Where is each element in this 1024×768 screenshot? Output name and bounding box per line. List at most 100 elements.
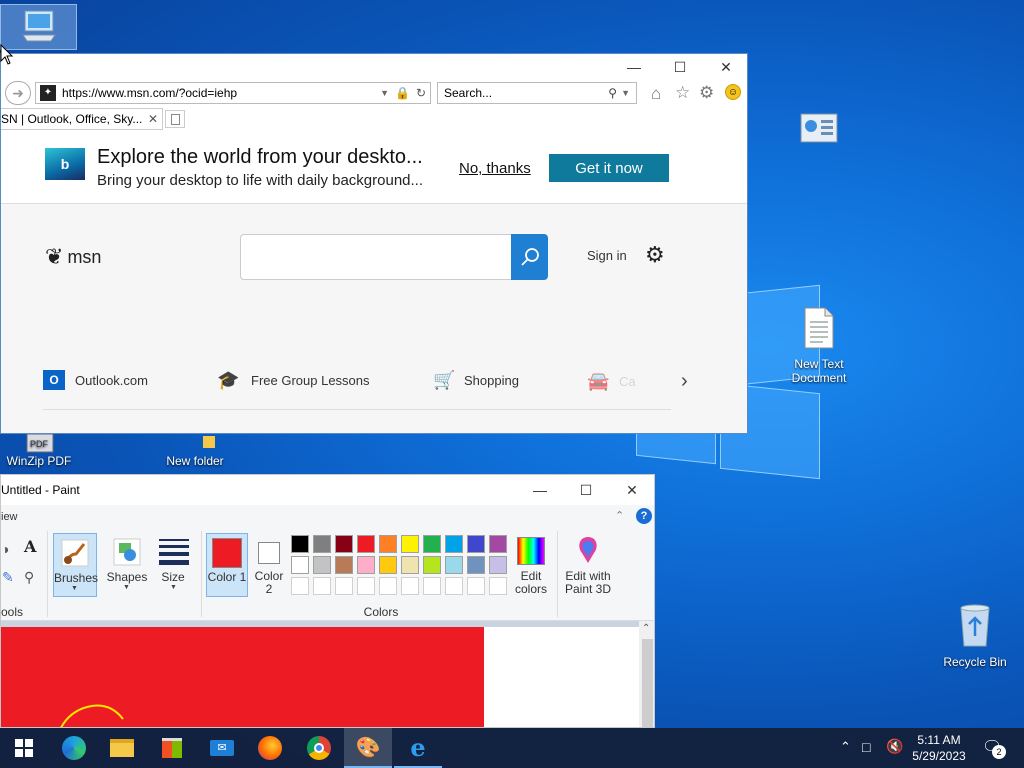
palette-swatch[interactable]	[313, 556, 331, 574]
palette-swatch[interactable]	[335, 556, 353, 574]
msn-search-input[interactable]	[240, 234, 512, 280]
minimize-button[interactable]: —	[611, 54, 657, 80]
scroll-up-icon[interactable]: ⌃	[642, 623, 650, 634]
palette-swatch[interactable]	[489, 556, 507, 574]
tab-msn[interactable]: SN | Outlook, Office, Sky... ✕	[1, 108, 163, 130]
winzip-pdf-desktop-icon[interactable]: PDF WinZip PDF	[0, 433, 84, 468]
dropdown-icon[interactable]: ▼	[380, 88, 389, 98]
palette-swatch[interactable]	[423, 556, 441, 574]
taskbar-store[interactable]	[148, 728, 196, 768]
collapse-ribbon-icon[interactable]: ⌃	[615, 509, 624, 522]
palette-swatch[interactable]	[379, 535, 397, 553]
home-icon[interactable]: ⌂	[651, 84, 661, 104]
taskbar-file-explorer[interactable]	[98, 728, 146, 768]
start-button[interactable]	[0, 728, 48, 768]
settings-gear-icon[interactable]: ⚙	[645, 242, 665, 268]
palette-swatch[interactable]	[489, 577, 507, 595]
network-icon[interactable]: □	[862, 739, 870, 755]
drawing-canvas[interactable]	[1, 627, 639, 727]
taskbar-internet-explorer[interactable]: e	[394, 728, 442, 768]
vertical-scrollbar[interactable]: ⌃	[639, 621, 654, 727]
palette-swatch[interactable]	[335, 535, 353, 553]
taskbar-chrome[interactable]	[295, 728, 343, 768]
palette-swatch[interactable]	[291, 577, 309, 595]
palette-swatch[interactable]	[357, 556, 375, 574]
color-picker-icon[interactable]: ✎	[2, 569, 14, 586]
palette-swatch[interactable]	[423, 535, 441, 553]
new-text-document-desktop-icon[interactable]: New Text Document	[774, 306, 864, 385]
get-it-now-button[interactable]: Get it now	[549, 154, 669, 182]
palette-swatch[interactable]	[313, 535, 331, 553]
taskbar-firefox[interactable]	[246, 728, 294, 768]
palette-swatch[interactable]	[401, 577, 419, 595]
edit-with-paint3d-button[interactable]: Edit with Paint 3D	[561, 533, 615, 597]
notification-center-button[interactable]: 🗨 2	[982, 737, 1006, 759]
palette-swatch[interactable]	[423, 577, 441, 595]
feedback-smiley-icon[interactable]: ☺	[725, 84, 741, 100]
close-button[interactable]: ✕	[703, 54, 747, 80]
shapes-button[interactable]: Shapes ▼	[105, 533, 149, 597]
refresh-icon[interactable]: ↻	[416, 86, 426, 100]
palette-swatch[interactable]	[401, 556, 419, 574]
new-tab-button[interactable]	[165, 110, 185, 128]
settings-gear-icon[interactable]: ⚙	[699, 83, 714, 103]
color1-button[interactable]: Color 1	[206, 533, 248, 597]
palette-swatch[interactable]	[467, 556, 485, 574]
volume-muted-icon[interactable]: 🔇	[886, 738, 903, 755]
control-panel-desktop-icon[interactable]	[774, 112, 864, 151]
quick-link-free-group-lessons[interactable]: 🎓 Free Group Lessons	[217, 370, 370, 390]
search-icon[interactable]: ⚲	[608, 86, 617, 100]
size-button[interactable]: Size ▼	[153, 533, 193, 597]
magnifier-icon[interactable]: ⚲	[24, 569, 34, 586]
palette-swatch[interactable]	[445, 577, 463, 595]
taskbar-mail[interactable]: ✉	[198, 728, 246, 768]
favorites-star-icon[interactable]: ☆	[675, 83, 690, 103]
show-hidden-icons-chevron-icon[interactable]: ⌃	[840, 739, 851, 755]
color2-button[interactable]: Color 2	[250, 533, 288, 597]
palette-swatch[interactable]	[445, 556, 463, 574]
quick-link-cars[interactable]: 🚘 Ca	[587, 370, 636, 392]
scrollbar-thumb[interactable]	[642, 639, 653, 727]
taskbar-paint[interactable]: 🎨	[344, 728, 392, 768]
brushes-button[interactable]: Brushes ▼	[53, 533, 98, 597]
palette-swatch[interactable]	[291, 556, 309, 574]
fill-bucket-icon[interactable]: ◑	[1, 541, 9, 557]
lock-icon[interactable]: 🔒	[395, 86, 410, 100]
palette-swatch[interactable]	[379, 556, 397, 574]
search-box[interactable]: Search... ⚲ ▼	[437, 82, 637, 104]
palette-swatch[interactable]	[445, 535, 463, 553]
minimize-button[interactable]: —	[517, 477, 563, 503]
close-button[interactable]: ✕	[609, 477, 654, 503]
palette-swatch[interactable]	[401, 535, 419, 553]
palette-swatch[interactable]	[467, 535, 485, 553]
chevron-right-icon[interactable]: ›	[681, 370, 688, 393]
msn-search-button[interactable]	[511, 234, 548, 280]
palette-swatch[interactable]	[335, 577, 353, 595]
palette-swatch[interactable]	[467, 577, 485, 595]
msn-logo[interactable]: ❦ msn	[45, 244, 101, 270]
quick-link-outlook[interactable]: O Outlook.com	[43, 370, 148, 390]
forward-button[interactable]: ➜	[5, 81, 31, 105]
quick-link-shopping[interactable]: 🛒 Shopping	[433, 370, 519, 390]
palette-swatch[interactable]	[313, 577, 331, 595]
search-dropdown-icon[interactable]: ▼	[621, 88, 630, 98]
new-folder-desktop-icon[interactable]: New folder	[150, 434, 240, 468]
help-icon[interactable]: ?	[636, 508, 652, 524]
text-tool-icon[interactable]: A	[24, 537, 36, 556]
maximize-button[interactable]: ☐	[657, 54, 703, 80]
sign-in-link[interactable]: Sign in	[587, 248, 627, 263]
palette-swatch[interactable]	[489, 535, 507, 553]
palette-swatch[interactable]	[357, 535, 375, 553]
recycle-bin-desktop-icon[interactable]: Recycle Bin	[930, 602, 1020, 669]
address-bar[interactable]: ✦ https://www.msn.com/?ocid=iehp ▼ 🔒 ↻	[35, 82, 431, 104]
no-thanks-link[interactable]: No, thanks	[459, 160, 531, 177]
clock[interactable]: 5:11 AM 5/29/2023	[908, 732, 970, 764]
edit-colors-button[interactable]: Edit colors	[511, 533, 551, 597]
maximize-button[interactable]: ☐	[563, 477, 609, 503]
palette-swatch[interactable]	[357, 577, 375, 595]
view-tab[interactable]: iew	[1, 511, 18, 523]
palette-swatch[interactable]	[379, 577, 397, 595]
tab-close-icon[interactable]: ✕	[148, 112, 158, 126]
taskbar-edge[interactable]	[50, 728, 98, 768]
palette-swatch[interactable]	[291, 535, 309, 553]
